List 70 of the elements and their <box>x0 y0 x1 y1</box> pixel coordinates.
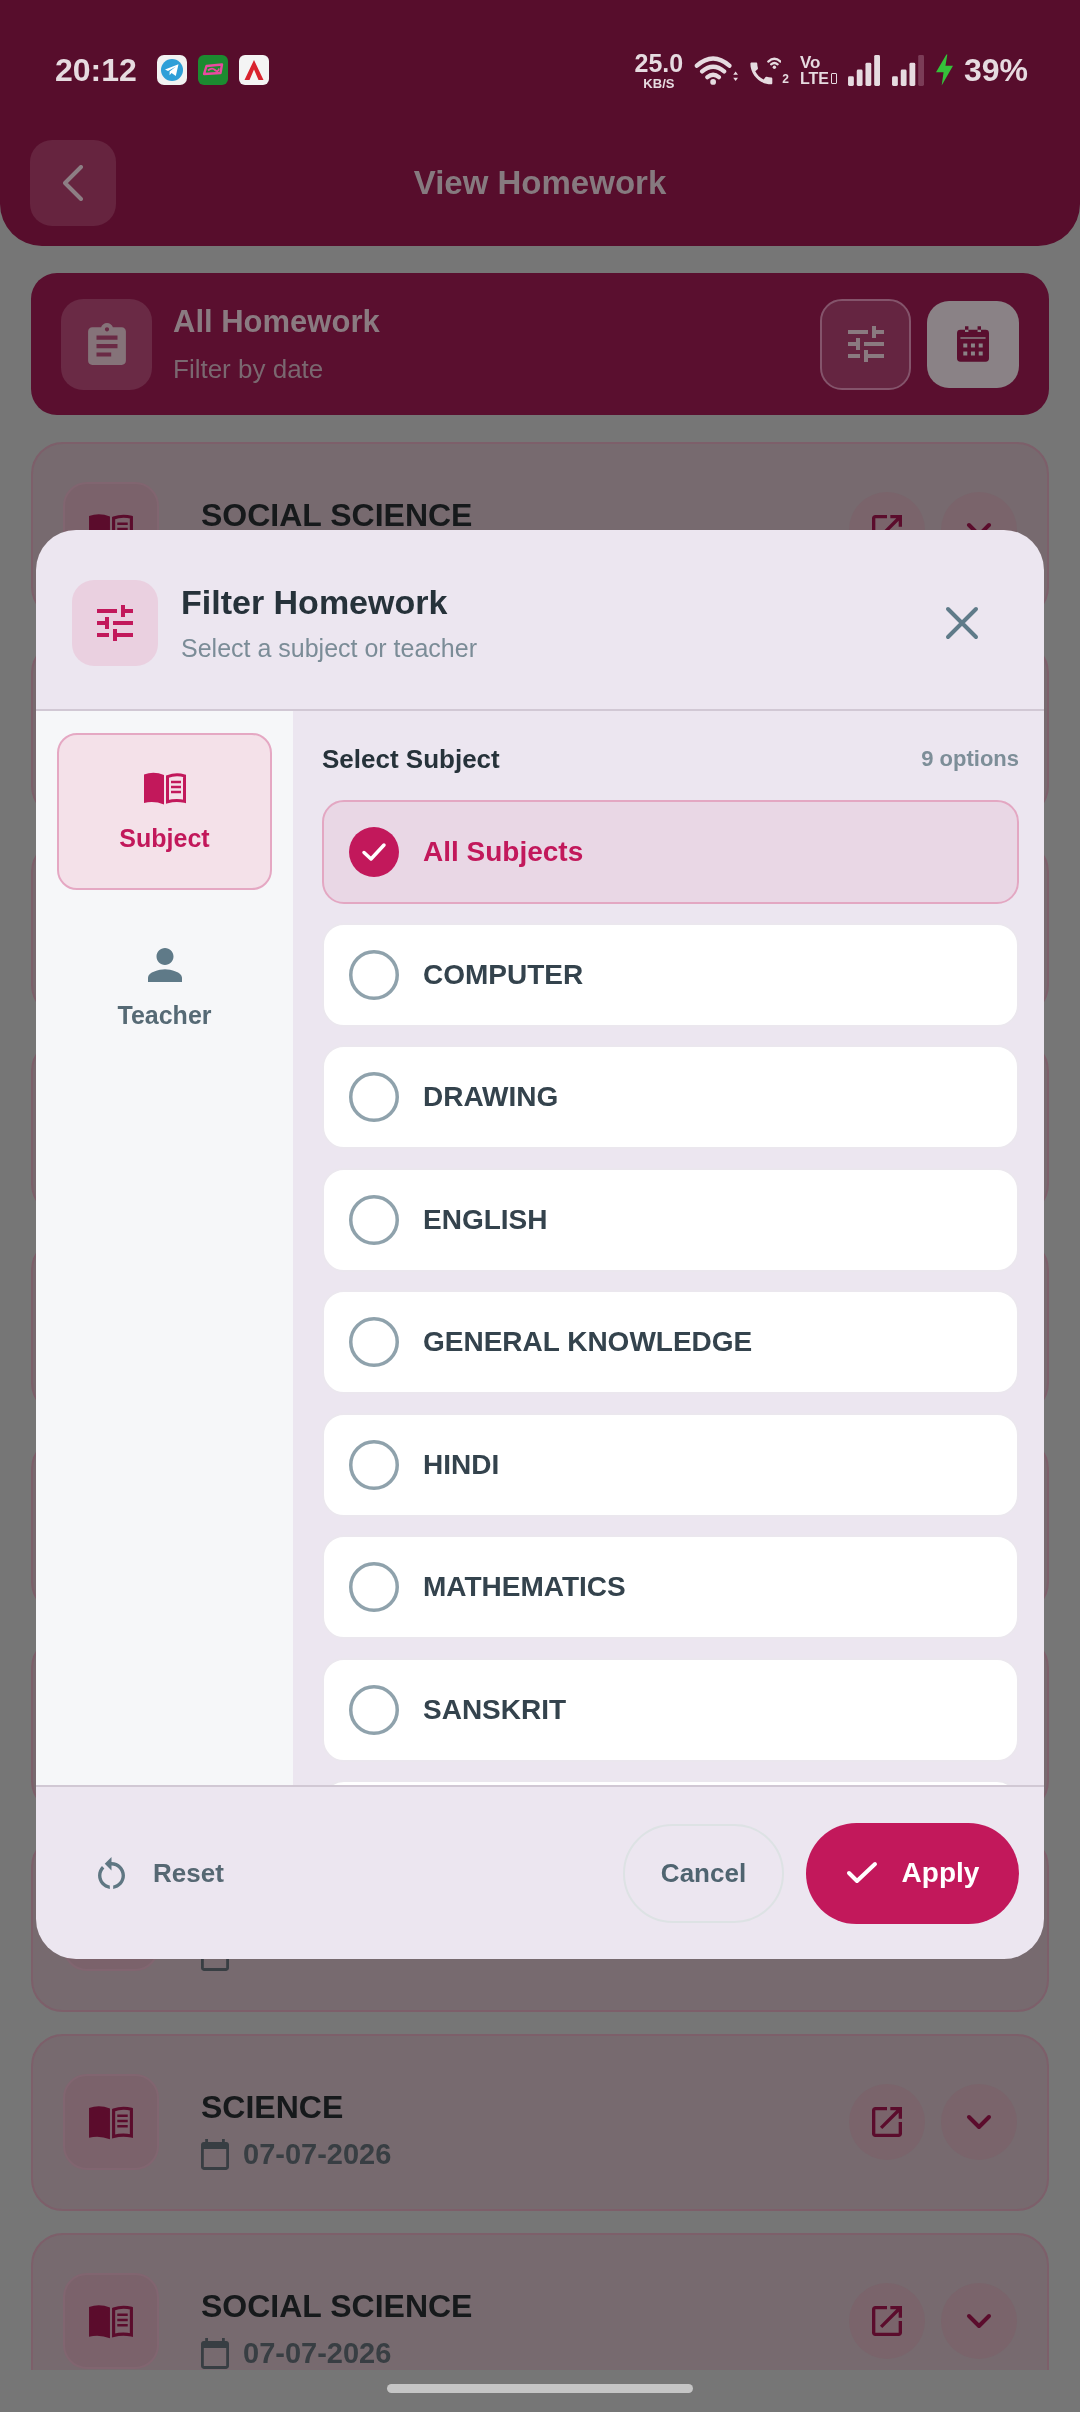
radio-icon <box>349 1684 399 1735</box>
chevron-down-icon <box>966 2114 992 2130</box>
sidebar-tab[interactable]: Subject <box>57 733 272 890</box>
clock-time: 20:12 <box>55 54 137 86</box>
option-card[interactable]: MATHEMATICS <box>322 1535 1019 1639</box>
calendar-icon <box>957 326 989 362</box>
check-icon <box>845 1861 878 1885</box>
calendar-button[interactable] <box>927 300 1019 388</box>
back-button[interactable] <box>30 140 116 226</box>
option-card[interactable]: DRAWING <box>322 1045 1019 1149</box>
radio-icon <box>349 1439 399 1490</box>
triangle-logo-icon <box>238 55 269 85</box>
reset-icon <box>98 1857 125 1889</box>
dialog-subtitle: Select a subject or teacher <box>181 633 478 663</box>
check-circle-icon <box>349 827 399 877</box>
option-card[interactable]: COMPUTER <box>322 922 1019 1027</box>
wifi-icon <box>694 54 739 86</box>
section-title: Select Subject <box>322 743 500 775</box>
homework-date: 07-07-2026 <box>243 2137 392 2171</box>
sliders-icon <box>847 326 884 362</box>
signal-icon <box>891 54 925 86</box>
gesture-handle[interactable] <box>387 2384 693 2393</box>
apply-button[interactable]: Apply <box>806 1822 1019 1924</box>
chevron-down-icon <box>966 2313 992 2329</box>
option-card[interactable]: SANSKRIT <box>322 1657 1019 1762</box>
option-count: 9 options <box>921 746 1019 772</box>
radio-icon <box>349 1194 399 1245</box>
subject-title: SOCIAL SCIENCE <box>201 2287 474 2325</box>
sim-number: 2 <box>782 73 789 85</box>
book-icon <box>142 770 187 805</box>
speed-unit: KB/S <box>643 76 675 90</box>
calendar-icon <box>201 2138 229 2170</box>
subject-title: SCIENCE <box>201 2088 345 2126</box>
reset-button[interactable]: Reset <box>90 1849 232 1897</box>
book-icon <box>63 2074 159 2170</box>
paper-plane-icon <box>156 55 187 85</box>
sliders-icon <box>72 579 158 666</box>
network-type-label: Vo <box>799 53 821 71</box>
option-card[interactable]: GENERAL KNOWLEDGE <box>322 1290 1019 1394</box>
summary-subtitle: Filter by date <box>173 354 325 384</box>
chevron-down-icon <box>966 522 992 530</box>
network-type-label: LTE <box>799 70 829 87</box>
close-icon <box>945 605 979 640</box>
calendar-icon <box>201 2337 229 2369</box>
option-card[interactable]: All Subjects <box>322 800 1019 904</box>
page-title: View Homework <box>412 164 668 202</box>
signal-icon <box>847 54 881 86</box>
cancel-button[interactable]: Cancel <box>623 1823 784 1923</box>
external-link-icon <box>872 2107 902 2137</box>
summary-title: All Homework <box>173 304 381 340</box>
option-card[interactable]: ENGLISH <box>322 1167 1019 1272</box>
radio-icon <box>349 1562 399 1612</box>
chevron-left-icon <box>63 165 83 201</box>
radio-icon <box>349 949 399 1000</box>
person-icon <box>147 947 182 982</box>
option-card[interactable]: HINDI <box>322 1412 1019 1517</box>
external-link-icon <box>872 2306 902 2336</box>
filter-button[interactable] <box>820 298 911 390</box>
subject-title: SOCIAL SCIENCE <box>201 496 474 534</box>
sidebar-tab[interactable]: Teacher <box>57 910 272 1067</box>
radio-icon <box>349 1072 399 1122</box>
homework-date: 07-07-2026 <box>243 2336 392 2370</box>
sim-slot-icon <box>830 73 837 84</box>
app-logo-icon <box>197 55 228 85</box>
phone-icon <box>749 55 782 85</box>
battery-percent: 39% <box>963 54 1028 86</box>
dialog-title: Filter Homework <box>181 582 449 622</box>
network-speed: 25.0 <box>634 50 684 76</box>
radio-icon <box>349 1317 399 1367</box>
clipboard-icon <box>61 298 152 390</box>
